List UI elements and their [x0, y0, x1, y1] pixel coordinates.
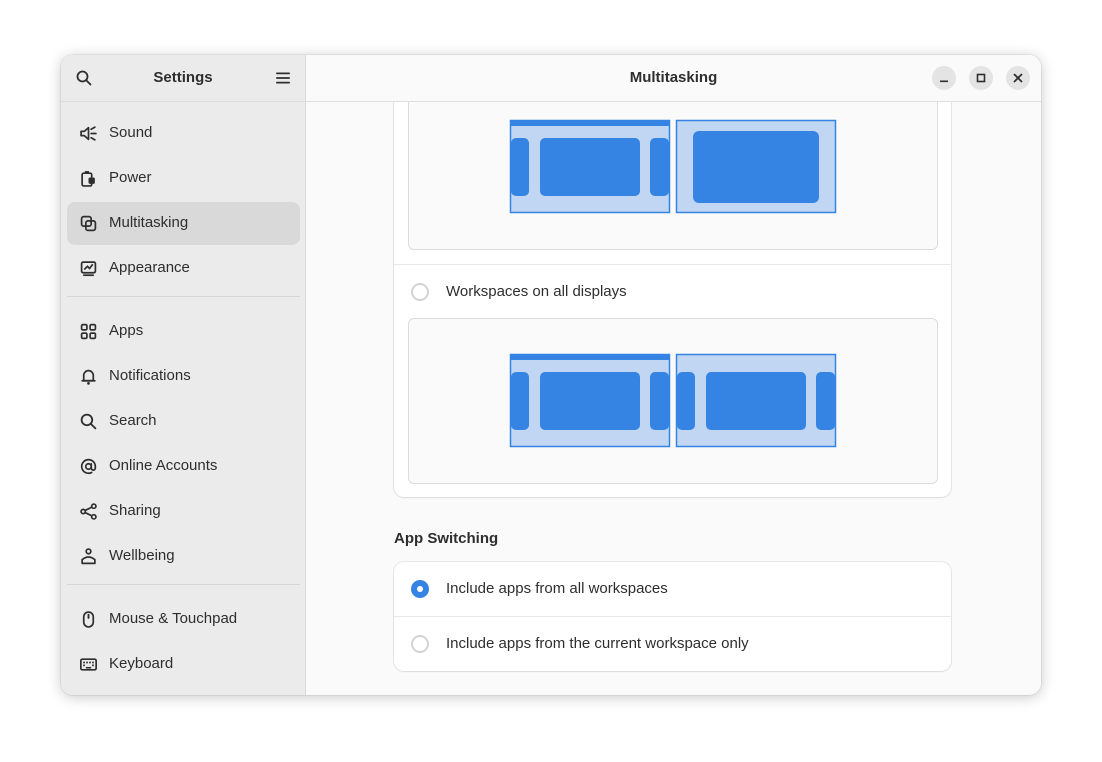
all-displays-illustration: [509, 353, 837, 448]
hamburger-icon: [276, 72, 290, 84]
sidebar-item-partial[interactable]: [67, 688, 300, 695]
sidebar-item-multitasking[interactable]: Multitasking: [67, 202, 300, 245]
sidebar-item-label: Multitasking: [109, 214, 189, 231]
bell-icon: [81, 369, 96, 385]
all-displays-preview: [408, 318, 938, 484]
sidebar-item-search[interactable]: Search: [67, 400, 300, 443]
sidebar-list: Sound Power Multitasking Appearance Apps…: [67, 112, 300, 695]
sidebar-item-online-accounts[interactable]: Online Accounts: [67, 445, 300, 488]
maximize-button[interactable]: [969, 66, 993, 90]
sidebar: Settings Sound Power Multitasking Appear…: [61, 55, 306, 695]
sidebar-separator: [67, 584, 300, 585]
apps-icon: [80, 323, 97, 340]
sidebar-item-apps[interactable]: Apps: [67, 310, 300, 353]
app-switching-heading: App Switching: [394, 530, 499, 547]
sidebar-item-label: Online Accounts: [109, 457, 218, 474]
minimize-icon: [940, 80, 948, 83]
workspaces-all-displays-radio[interactable]: [411, 283, 429, 301]
sidebar-item-label: Wellbeing: [109, 547, 175, 564]
at-icon: [80, 458, 97, 475]
include-all-workspaces-radio[interactable]: [411, 580, 429, 598]
sidebar-header: Settings: [61, 55, 305, 102]
close-button[interactable]: [1006, 66, 1030, 90]
share-icon: [80, 503, 97, 520]
keyboard-icon: [80, 658, 97, 671]
sidebar-item-label: Power: [109, 169, 152, 186]
app-switching-card: Include apps from all workspaces Include…: [394, 562, 951, 671]
sidebar-item-notifications[interactable]: Notifications: [67, 355, 300, 398]
sidebar-separator: [67, 296, 300, 297]
mouse-icon: [82, 611, 95, 628]
sidebar-item-label: Apps: [109, 322, 144, 339]
include-current-workspace-radio[interactable]: [411, 635, 429, 653]
app-switching-option-all[interactable]: Include apps from all workspaces: [394, 562, 951, 616]
wellbeing-icon: [81, 548, 96, 565]
sidebar-item-label: Mouse & Touchpad: [109, 610, 238, 627]
row-divider: [394, 264, 951, 265]
sidebar-item-label: Appearance: [109, 259, 190, 276]
sidebar-item-mouse-touchpad[interactable]: Mouse & Touchpad: [67, 598, 300, 641]
sidebar-item-label: Sharing: [109, 502, 161, 519]
app-switching-option-current[interactable]: Include apps from the current workspace …: [394, 617, 951, 671]
sound-icon: [80, 126, 97, 141]
sidebar-item-label: Keyboard: [109, 655, 174, 672]
search-icon: [80, 413, 97, 430]
power-icon: [81, 171, 95, 187]
menu-button[interactable]: [271, 66, 295, 90]
workspaces-all-displays-label: Workspaces on all displays: [446, 283, 627, 300]
sidebar-title: Settings: [153, 69, 213, 86]
sidebar-item-sound[interactable]: Sound: [67, 112, 300, 155]
maximize-icon: [976, 73, 986, 83]
sidebar-item-sharing[interactable]: Sharing: [67, 490, 300, 533]
appearance-icon: [80, 261, 97, 277]
sidebar-item-wellbeing[interactable]: Wellbeing: [67, 535, 300, 578]
include-all-workspaces-label: Include apps from all workspaces: [446, 580, 668, 597]
sidebar-item-label: Sound: [109, 124, 153, 141]
sidebar-item-label: Search: [109, 412, 157, 429]
close-icon: [1013, 73, 1023, 83]
include-current-workspace-label: Include apps from the current workspace …: [446, 635, 749, 652]
sidebar-item-appearance[interactable]: Appearance: [67, 247, 300, 290]
sidebar-item-power[interactable]: Power: [67, 157, 300, 200]
workspaces-card: Workspaces on all displays: [394, 75, 951, 497]
sidebar-item-keyboard[interactable]: Keyboard: [67, 643, 300, 686]
multitasking-icon: [80, 215, 97, 232]
page-title: Multitasking: [629, 69, 718, 86]
header-bar: Multitasking: [306, 55, 1041, 102]
settings-window: Settings Sound Power Multitasking Appear…: [61, 55, 1041, 695]
main-panel: Multitasking Workspaces on all displays …: [306, 55, 1041, 695]
minimize-button[interactable]: [932, 66, 956, 90]
sidebar-item-label: Notifications: [109, 367, 191, 384]
